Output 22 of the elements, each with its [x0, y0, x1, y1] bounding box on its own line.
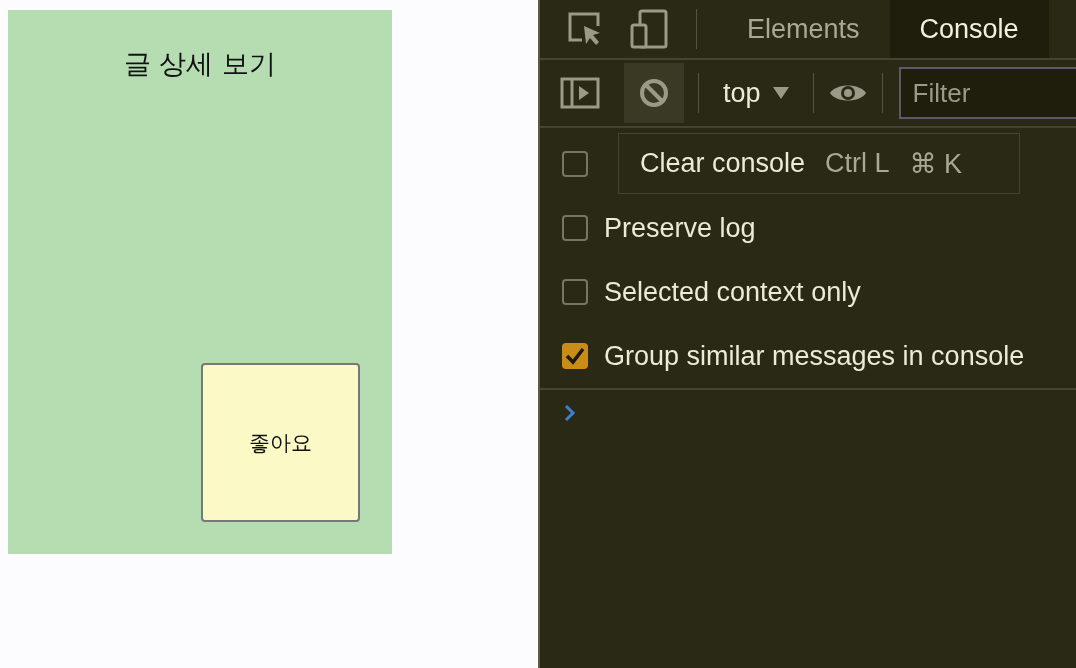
tab[interactable]: Console	[889, 0, 1049, 58]
shortcut-text: ⌘ K	[909, 147, 963, 180]
prompt-chevron-icon	[564, 404, 576, 422]
shortcut-text: Ctrl L	[825, 148, 890, 179]
filter-field[interactable]: Filter	[898, 67, 1076, 119]
caret-icon	[772, 87, 789, 99]
clear-button[interactable]	[624, 63, 684, 123]
checkbox[interactable]	[562, 343, 588, 369]
checkbox[interactable]	[562, 279, 588, 305]
tooltip-text: Clear console	[640, 148, 806, 179]
checkbox-label: Selected context only	[604, 276, 861, 308]
block-icon	[638, 77, 670, 109]
context-dropdown[interactable]: top	[713, 77, 799, 109]
sidebar-icon[interactable]	[560, 77, 600, 109]
checkbox-label: Preserve log	[604, 212, 756, 244]
checkbox[interactable]	[562, 151, 588, 177]
tab[interactable]: Elements	[717, 0, 890, 58]
page-title: 글 상세 보기	[122, 47, 278, 77]
checkbox-label: Group similar messages in console	[604, 340, 1025, 372]
like-button[interactable]: 좋아요	[201, 363, 360, 522]
checkbox[interactable]	[562, 215, 588, 241]
device-icon[interactable]	[630, 9, 670, 49]
